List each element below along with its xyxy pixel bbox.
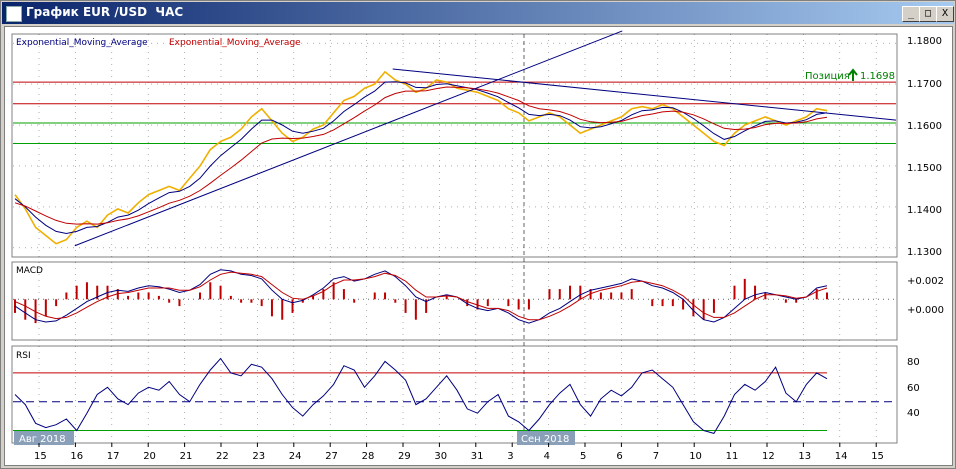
x-tick-label: 11 [726,451,739,462]
x-tick-label: 4 [544,451,550,462]
price-line [14,70,828,245]
date-badge-aug-text: Авг 2018 [19,434,66,445]
rsi-panel-frame [11,345,898,444]
x-tick-label: 13 [798,451,811,462]
macd-signal-line [14,271,828,321]
x-tick-label: 22 [216,451,229,462]
x-tick-label: 15 [34,451,47,462]
rsi-title: RSI [16,351,31,361]
macd-panel-frame [11,261,898,341]
x-tick-label: 3 [507,451,513,462]
x-tick-label: 31 [471,451,484,462]
x-tick-label: 15 [871,451,884,462]
ema-fast-line [14,81,828,235]
rsi-tick-40: 40 [907,408,920,419]
price-tick-6: 1.1300 [907,247,942,258]
x-tick-label: 12 [762,451,775,462]
price-tick-5: 1.1400 [907,205,942,216]
maximize-button[interactable]: □ [919,6,937,22]
legend-ema-1: Exponential_Moving_Average [16,38,148,48]
position-label: Позиция [805,71,850,82]
chart-svg[interactable]: Exponential_Moving_Average Exponential_M… [5,27,952,465]
chart-app-icon [6,6,22,22]
rsi-tick-80: 80 [907,357,920,368]
plot-layer [13,30,897,434]
trendline [74,30,623,247]
macd-line [14,269,828,324]
chart-area[interactable]: Exponential_Moving_Average Exponential_M… [4,26,953,466]
date-badge-sep-text: Сен 2018 [521,434,569,445]
window-title: График EUR /USD ЧАС [26,5,184,19]
minimize-button[interactable]: _ [902,6,920,22]
price-panel-frame [11,33,898,258]
x-tick-label: 20 [143,451,156,462]
close-button[interactable]: X [936,6,954,22]
x-tick-label: 23 [252,451,265,462]
x-tick-label: 16 [70,451,83,462]
x-tick-label: 27 [325,451,338,462]
x-tick-label: 21 [180,451,193,462]
x-tick-label: 29 [398,451,411,462]
title-bar[interactable]: График EUR /USD ЧАС _ □ X [2,2,954,24]
x-tick-label: 30 [434,451,447,462]
position-value: 1.1698 [860,71,895,82]
macd-title: MACD [16,266,43,276]
legend-ema-2: Exponential_Moving_Average [169,38,301,48]
x-tick-label: 24 [289,451,302,462]
grid-layer [13,34,896,443]
price-tick-4: 1.1500 [907,163,942,174]
price-tick-3: 1.1600 [907,121,942,132]
x-axis: 15 16 17 20 21 22 23 24 27 28 29 30 31 3 4 5 6 7 10 11 12 13 1… [34,443,884,462]
macd-tick-1: +0.002 [907,276,944,287]
x-tick-label: 5 [580,451,586,462]
price-tick-2: 1.1700 [907,79,942,90]
x-tick-label: 14 [835,451,848,462]
rsi-tick-60: 60 [907,383,920,394]
x-tick-label: 6 [616,451,622,462]
chart-window: График EUR /USD ЧАС _ □ X Exponential_Mo… [0,0,956,469]
x-tick-label: 17 [107,451,120,462]
position-arrow-icon [848,68,858,81]
price-tick-1: 1.1800 [907,36,942,47]
rsi-line [14,357,828,434]
x-tick-label: 10 [689,451,702,462]
macd-tick-2: +0.000 [907,305,944,316]
x-tick-label: 7 [653,451,659,462]
x-tick-label: 28 [362,451,375,462]
